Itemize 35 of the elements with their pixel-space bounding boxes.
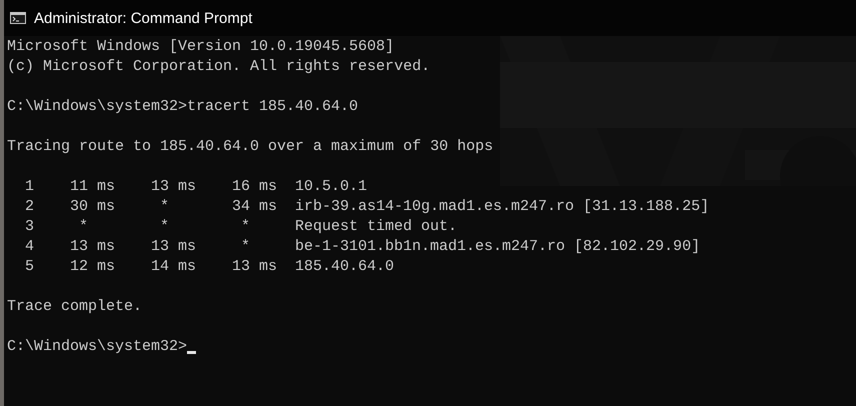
- round-trip-time: 12 ms: [70, 257, 115, 277]
- round-trip-time: 16 ms: [232, 177, 277, 197]
- round-trip-time: *: [240, 217, 250, 237]
- round-trip-time: 14 ms: [150, 257, 196, 277]
- hop-number: 1: [24, 177, 34, 197]
- round-trip-time: 13 ms: [70, 237, 115, 257]
- text-cursor: [187, 351, 196, 354]
- console-text: Tracing route to 185.40.64.0 over a maximum of 30 hops: [7, 137, 494, 157]
- round-trip-time: 30 ms: [70, 197, 115, 217]
- round-trip-time: *: [78, 217, 88, 237]
- hop-number: 2: [24, 197, 34, 217]
- round-trip-time: 13 ms: [150, 237, 196, 257]
- hop-number: 4: [24, 237, 34, 257]
- console-text: Microsoft Windows [Version 10.0.19045.5608]: [7, 37, 396, 57]
- console-text: (c) Microsoft Corporation. All rights reserved.: [7, 57, 432, 77]
- window-title: Administrator: Command Prompt: [34, 10, 252, 26]
- console-command: tracert 185.40.64.0: [187, 97, 358, 117]
- hop-number: 5: [24, 257, 34, 277]
- round-trip-time: 34 ms: [232, 197, 277, 217]
- round-trip-time: 13 ms: [232, 257, 277, 277]
- console-icon: [10, 12, 26, 24]
- round-trip-time: *: [240, 237, 250, 257]
- round-trip-time: *: [160, 197, 169, 217]
- hop-host: be-1-3101.bb1n.mad1.es.m247.ro [82.102.29.90]: [295, 237, 700, 257]
- hop-host: irb-39.as14-10g.mad1.es.m247.ro [31.13.188.25]: [295, 197, 710, 217]
- console-prompt: C:\Windows\system32>: [7, 97, 188, 117]
- round-trip-time: *: [160, 217, 169, 237]
- round-trip-time: 11 ms: [70, 177, 115, 197]
- hop-host: 10.5.0.1: [295, 177, 368, 197]
- round-trip-time: 13 ms: [150, 177, 196, 197]
- hop-number: 3: [24, 217, 34, 237]
- console-text: Trace complete.: [7, 297, 144, 317]
- console-prompt: C:\Windows\system32>: [7, 337, 188, 357]
- hop-host: 185.40.64.0: [295, 257, 394, 277]
- hop-host: Request timed out.: [295, 217, 458, 237]
